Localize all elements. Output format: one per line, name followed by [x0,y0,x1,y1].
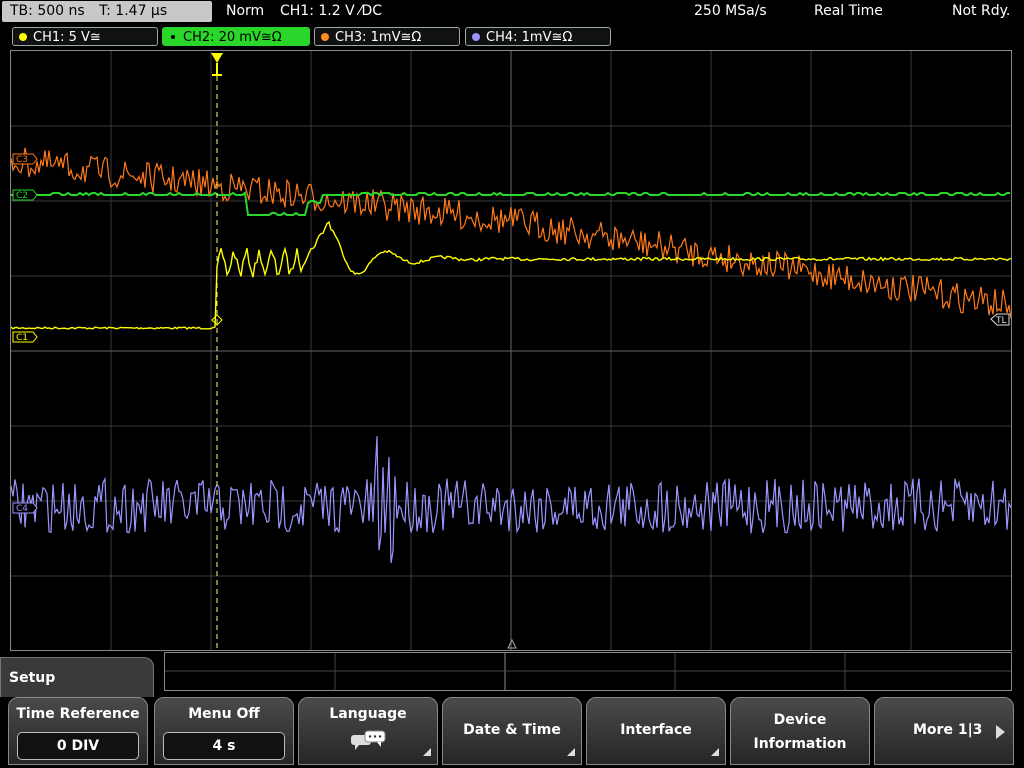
channel-4-ground-marker: C4 [12,502,38,514]
channel-3-marker-text: C3 [16,155,28,165]
channel-1-label: CH1: 5 V≅ [33,30,101,45]
language-label: Language [329,706,407,722]
time-reference-value: 0 DIV [17,732,139,760]
more-label: More 1|3 [913,722,983,738]
softkey-bar: Time Reference 0 DIV Menu Off 4 s Langua… [0,697,1024,768]
interface-softkey[interactable]: Interface [586,697,726,765]
channel-1-chip[interactable]: CH1: 5 V≅ [12,27,158,46]
device-information-softkey[interactable]: Device Information [730,697,870,765]
trigger-position-marker [211,53,223,76]
trigger-mode[interactable]: Norm [226,3,264,19]
channel-4-label: CH4: 1mV≅Ω [486,30,573,45]
menu-title: Setup [9,670,56,686]
channel-3-dot-icon [321,33,329,41]
timebase-box[interactable]: TB: 500 ns T: 1.47 µs [2,1,212,22]
channel-1-marker-text: C1 [16,333,28,343]
channel-4-dot-icon [472,33,480,41]
submenu-corner-icon [423,748,431,756]
channel-2-chip[interactable]: CH2: 20 mV≅Ω [162,27,310,46]
waveform-canvas: C3 C2 C1 C4 TL [11,51,1011,650]
channel-4-chip[interactable]: CH4: 1mV≅Ω [465,27,611,46]
language-softkey[interactable]: Language [298,697,438,765]
channel-2-ground-marker: C2 [12,189,38,201]
time-reference-softkey[interactable]: Time Reference 0 DIV [8,697,148,765]
waveform-overview-strip[interactable] [164,652,1012,691]
date-time-label: Date & Time [463,722,561,738]
trigger-level-marker: TL [990,313,1010,326]
graticule-grid [11,51,1011,650]
submenu-corner-icon [711,748,719,756]
acquisition-status: Not Rdy. [952,3,1011,19]
submenu-corner-icon [567,748,575,756]
interface-label: Interface [620,722,692,738]
menu-off-label: Menu Off [188,706,260,722]
bottom-trigger-marker [507,638,517,649]
device-information-label-line1: Device [773,712,827,728]
more-softkey[interactable]: More 1|3 [874,697,1014,765]
trigger-info[interactable]: CH1: 1.2 V ⁄DC [280,3,382,19]
trigger-time-value: T: 1.47 µs [99,3,168,19]
device-information-label-line2: Information [753,736,847,752]
channel-2-label: CH2: 20 mV≅Ω [183,30,282,45]
status-bar: TB: 500 ns T: 1.47 µs Norm CH1: 1.2 V ⁄D… [0,0,1024,24]
trigger-level-marker-text: TL [995,316,1007,326]
timebase-value: TB: 500 ns [10,3,85,19]
channel-3-chip[interactable]: CH3: 1mV≅Ω [314,27,460,46]
channel-bar: CH1: 5 V≅ CH2: 20 mV≅Ω CH3: 1mV≅Ω CH4: 1… [0,26,1024,48]
next-page-arrow-icon [996,725,1005,739]
acquisition-mode: Real Time [814,3,883,19]
channel-1-dot-icon [19,33,27,41]
waveform-display[interactable]: C3 C2 C1 C4 TL [10,50,1012,651]
channel-1-ground-marker: C1 [12,331,38,343]
sample-rate: 250 MSa/s [694,3,767,19]
speech-bubbles-icon [351,730,386,750]
channel-4-marker-text: C4 [16,504,28,514]
menu-title-tab: Setup [0,657,154,697]
date-time-softkey[interactable]: Date & Time [442,697,582,765]
channel-2-dot-icon [169,33,177,41]
menu-off-value: 4 s [163,732,285,760]
channel-3-ground-marker: C3 [12,153,38,165]
time-reference-label: Time Reference [16,706,140,722]
menu-off-softkey[interactable]: Menu Off 4 s [154,697,294,765]
channel-2-marker-text: C2 [16,191,28,201]
overview-grid [165,653,1011,690]
channel-3-label: CH3: 1mV≅Ω [335,30,422,45]
